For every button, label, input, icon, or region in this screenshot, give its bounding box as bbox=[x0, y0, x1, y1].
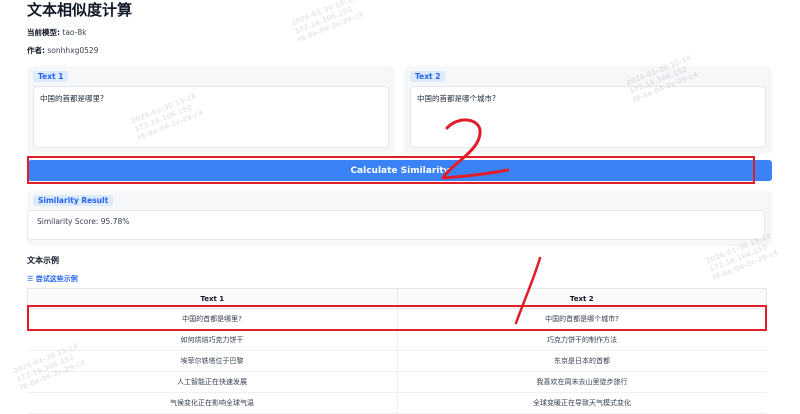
table-cell: 埃菲尔铁塔位于巴黎 bbox=[27, 350, 397, 372]
text1-input[interactable]: 中国的首都是哪里? bbox=[33, 86, 389, 148]
text2-panel: Text 2 中国的首都是哪个城市? bbox=[404, 66, 772, 154]
model-value: tao-8k bbox=[62, 28, 87, 37]
try-examples-label: 尝试这些示例 bbox=[35, 275, 78, 283]
table-row[interactable]: 人工智能正在快速发展 我喜欢在周末去山里徒步旅行 bbox=[27, 371, 767, 393]
table-cell: 中国的首都是哪里? bbox=[27, 308, 397, 330]
table-header-row: Text 1 Text 2 bbox=[27, 288, 767, 309]
table-row[interactable]: 气候变化正在影响全球气温 全球变暖正在导致天气模式变化 bbox=[27, 392, 767, 414]
table-cell: 巧克力饼干的制作方法 bbox=[396, 329, 767, 351]
table-row[interactable]: 中国的首都是哪里? 中国的首都是哪个城市? bbox=[27, 308, 767, 330]
author-value: sonhhxg0529 bbox=[47, 46, 99, 55]
table-cell: 中国的首都是哪个城市? bbox=[396, 308, 767, 330]
table-row[interactable]: 如何烘焙巧克力饼干 巧克力饼干的制作方法 bbox=[27, 329, 767, 351]
model-info: 当前模型: tao-8k bbox=[27, 28, 86, 38]
text1-label: Text 1 bbox=[33, 71, 69, 82]
result-label: Similarity Result bbox=[33, 195, 114, 206]
page-title: 文本相似度计算 bbox=[27, 1, 133, 19]
column-header-text2: Text 2 bbox=[396, 288, 767, 309]
text1-panel: Text 1 中国的首都是哪里? bbox=[27, 66, 395, 154]
table-row[interactable]: 埃菲尔铁塔位于巴黎 东京是日本的首都 bbox=[27, 350, 767, 372]
table-cell: 东京是日本的首都 bbox=[396, 350, 767, 372]
text2-input[interactable]: 中国的首都是哪个城市? bbox=[410, 86, 766, 148]
similarity-result-output: Similarity Score: 95.78% bbox=[27, 210, 765, 240]
table-cell: 我喜欢在周末去山里徒步旅行 bbox=[396, 371, 767, 393]
examples-section-title: 文本示例 bbox=[27, 256, 59, 265]
table-cell: 气候变化正在影响全球气温 bbox=[27, 392, 397, 414]
model-label: 当前模型: bbox=[27, 28, 60, 37]
table-cell: 人工智能正在快速发展 bbox=[27, 371, 397, 393]
list-icon: ☰ bbox=[27, 275, 34, 283]
watermark: 2026-01-30 15:18172.16.106.152f8-8e-04-2… bbox=[290, 0, 365, 45]
try-examples-link[interactable]: ☰ 尝试这些示例 bbox=[27, 274, 78, 284]
calculate-similarity-button[interactable]: Calculate Similarity bbox=[28, 160, 772, 181]
table-cell: 如何烘焙巧克力饼干 bbox=[27, 329, 397, 351]
text2-label: Text 2 bbox=[410, 71, 446, 82]
column-header-text1: Text 1 bbox=[27, 288, 398, 309]
examples-table: Text 1 Text 2 中国的首都是哪里? 中国的首都是哪个城市? 如何烘焙… bbox=[27, 288, 767, 414]
table-cell: 全球变暖正在导致天气模式变化 bbox=[396, 392, 767, 414]
author-label: 作者: bbox=[27, 46, 45, 55]
author-info: 作者: sonhhxg0529 bbox=[27, 46, 98, 56]
